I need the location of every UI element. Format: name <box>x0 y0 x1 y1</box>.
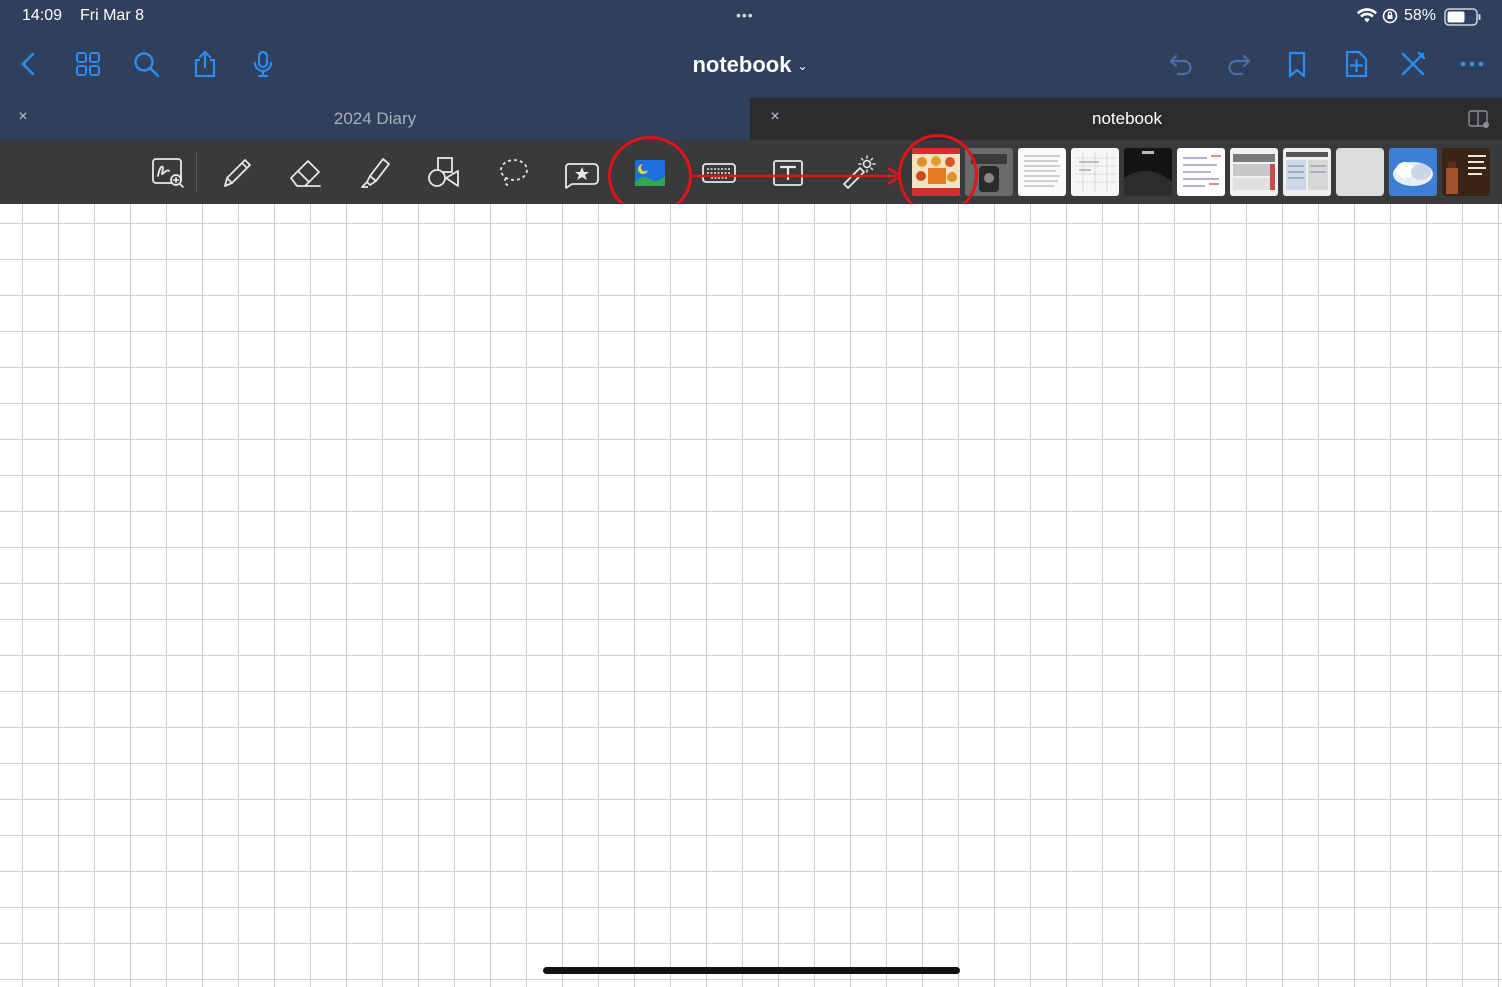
recent-image-thumbnail[interactable] <box>1177 148 1225 196</box>
pen-icon <box>224 159 251 187</box>
document-thumbnail-icon <box>1018 148 1066 196</box>
shapes-tool[interactable] <box>422 152 464 194</box>
ellipsis-icon <box>1460 61 1484 67</box>
record-audio-button[interactable] <box>246 47 280 81</box>
highlighter-tool[interactable] <box>354 152 396 194</box>
shapes-icon <box>428 157 459 187</box>
lasso-icon <box>500 159 528 187</box>
multitasking-dots[interactable]: ••• <box>736 7 754 23</box>
recent-image-thumbnail[interactable] <box>1124 148 1172 196</box>
photo-thumbnail-icon <box>1124 148 1172 196</box>
photo-thumbnail-icon <box>1389 148 1437 196</box>
eraser-icon <box>290 160 321 187</box>
highlighter-icon <box>361 158 390 188</box>
document-title: notebook <box>692 52 792 77</box>
microphone-icon <box>253 50 273 78</box>
tab-bar: × 2024 Diary × notebook <box>0 98 1502 140</box>
grid-icon <box>76 52 100 76</box>
share-icon <box>194 50 216 78</box>
orientation-lock-icon <box>1382 8 1398 24</box>
recent-image-thumbnail[interactable] <box>1336 148 1384 196</box>
recent-image-thumbnail[interactable] <box>1283 148 1331 196</box>
tab-notebook[interactable]: × notebook <box>752 98 1502 140</box>
wifi-icon <box>1356 8 1378 23</box>
document-thumbnail-icon <box>1071 148 1119 196</box>
top-bar: 14:09 Fri Mar 8 ••• 58% notebook ⌄ <box>0 0 1502 98</box>
search-icon <box>134 52 160 78</box>
hide-toolbar-button[interactable] <box>1396 47 1430 81</box>
zoom-window-icon <box>152 158 184 188</box>
pen-tool[interactable] <box>215 152 257 194</box>
bookmark-icon <box>1288 51 1306 78</box>
tab-2024-diary[interactable]: × 2024 Diary <box>0 98 750 140</box>
status-date: Fri Mar 8 <box>80 7 144 24</box>
more-button[interactable] <box>1455 47 1489 81</box>
blank-thumbnail-icon <box>1336 148 1384 196</box>
zoom-window-tool[interactable] <box>147 152 189 194</box>
tab-label: notebook <box>1092 109 1162 128</box>
chevron-left-icon <box>21 52 35 76</box>
recent-image-thumbnail[interactable] <box>1389 148 1437 196</box>
sticker-icon <box>565 163 599 189</box>
thumbnails-button[interactable] <box>71 47 105 81</box>
back-button[interactable] <box>12 47 46 81</box>
chevron-down-icon: ⌄ <box>797 59 808 73</box>
add-page-button[interactable] <box>1339 47 1373 81</box>
pen-cross-icon <box>1401 51 1426 76</box>
undo-icon <box>1169 54 1192 76</box>
document-thumbnail-icon <box>1283 148 1331 196</box>
share-button[interactable] <box>188 47 222 81</box>
eraser-tool[interactable] <box>284 152 326 194</box>
battery-percent: 58% <box>1404 7 1437 24</box>
lasso-tool[interactable] <box>492 152 534 194</box>
redo-button[interactable] <box>1222 47 1256 81</box>
tab-label: 2024 Diary <box>333 109 417 128</box>
bookmark-button[interactable] <box>1280 47 1314 81</box>
split-view-icon[interactable] <box>1468 109 1490 129</box>
annotation-arrow <box>690 166 902 186</box>
status-time: 14:09 <box>22 7 63 24</box>
undo-button[interactable] <box>1164 47 1198 81</box>
redo-icon <box>1228 54 1251 76</box>
recent-image-thumbnail[interactable] <box>1071 148 1119 196</box>
document-title-menu[interactable]: notebook ⌄ <box>660 48 840 82</box>
add-page-icon <box>1345 50 1368 78</box>
home-indicator[interactable] <box>543 967 960 974</box>
elements-tool[interactable] <box>560 152 602 194</box>
search-button[interactable] <box>129 47 163 81</box>
document-thumbnail-icon <box>1177 148 1225 196</box>
recent-image-thumbnail[interactable] <box>1230 148 1278 196</box>
document-thumbnail-icon <box>1230 148 1278 196</box>
photo-thumbnail-icon <box>1442 148 1490 196</box>
battery-icon <box>1444 8 1481 26</box>
recent-image-thumbnail[interactable] <box>1018 148 1066 196</box>
goodnotes-app: 14:09 Fri Mar 8 ••• 58% notebook ⌄ × 202… <box>0 0 1502 987</box>
recent-image-thumbnail[interactable] <box>1442 148 1490 196</box>
toolbar-divider <box>196 152 197 192</box>
note-canvas-grid[interactable] <box>0 204 1502 987</box>
